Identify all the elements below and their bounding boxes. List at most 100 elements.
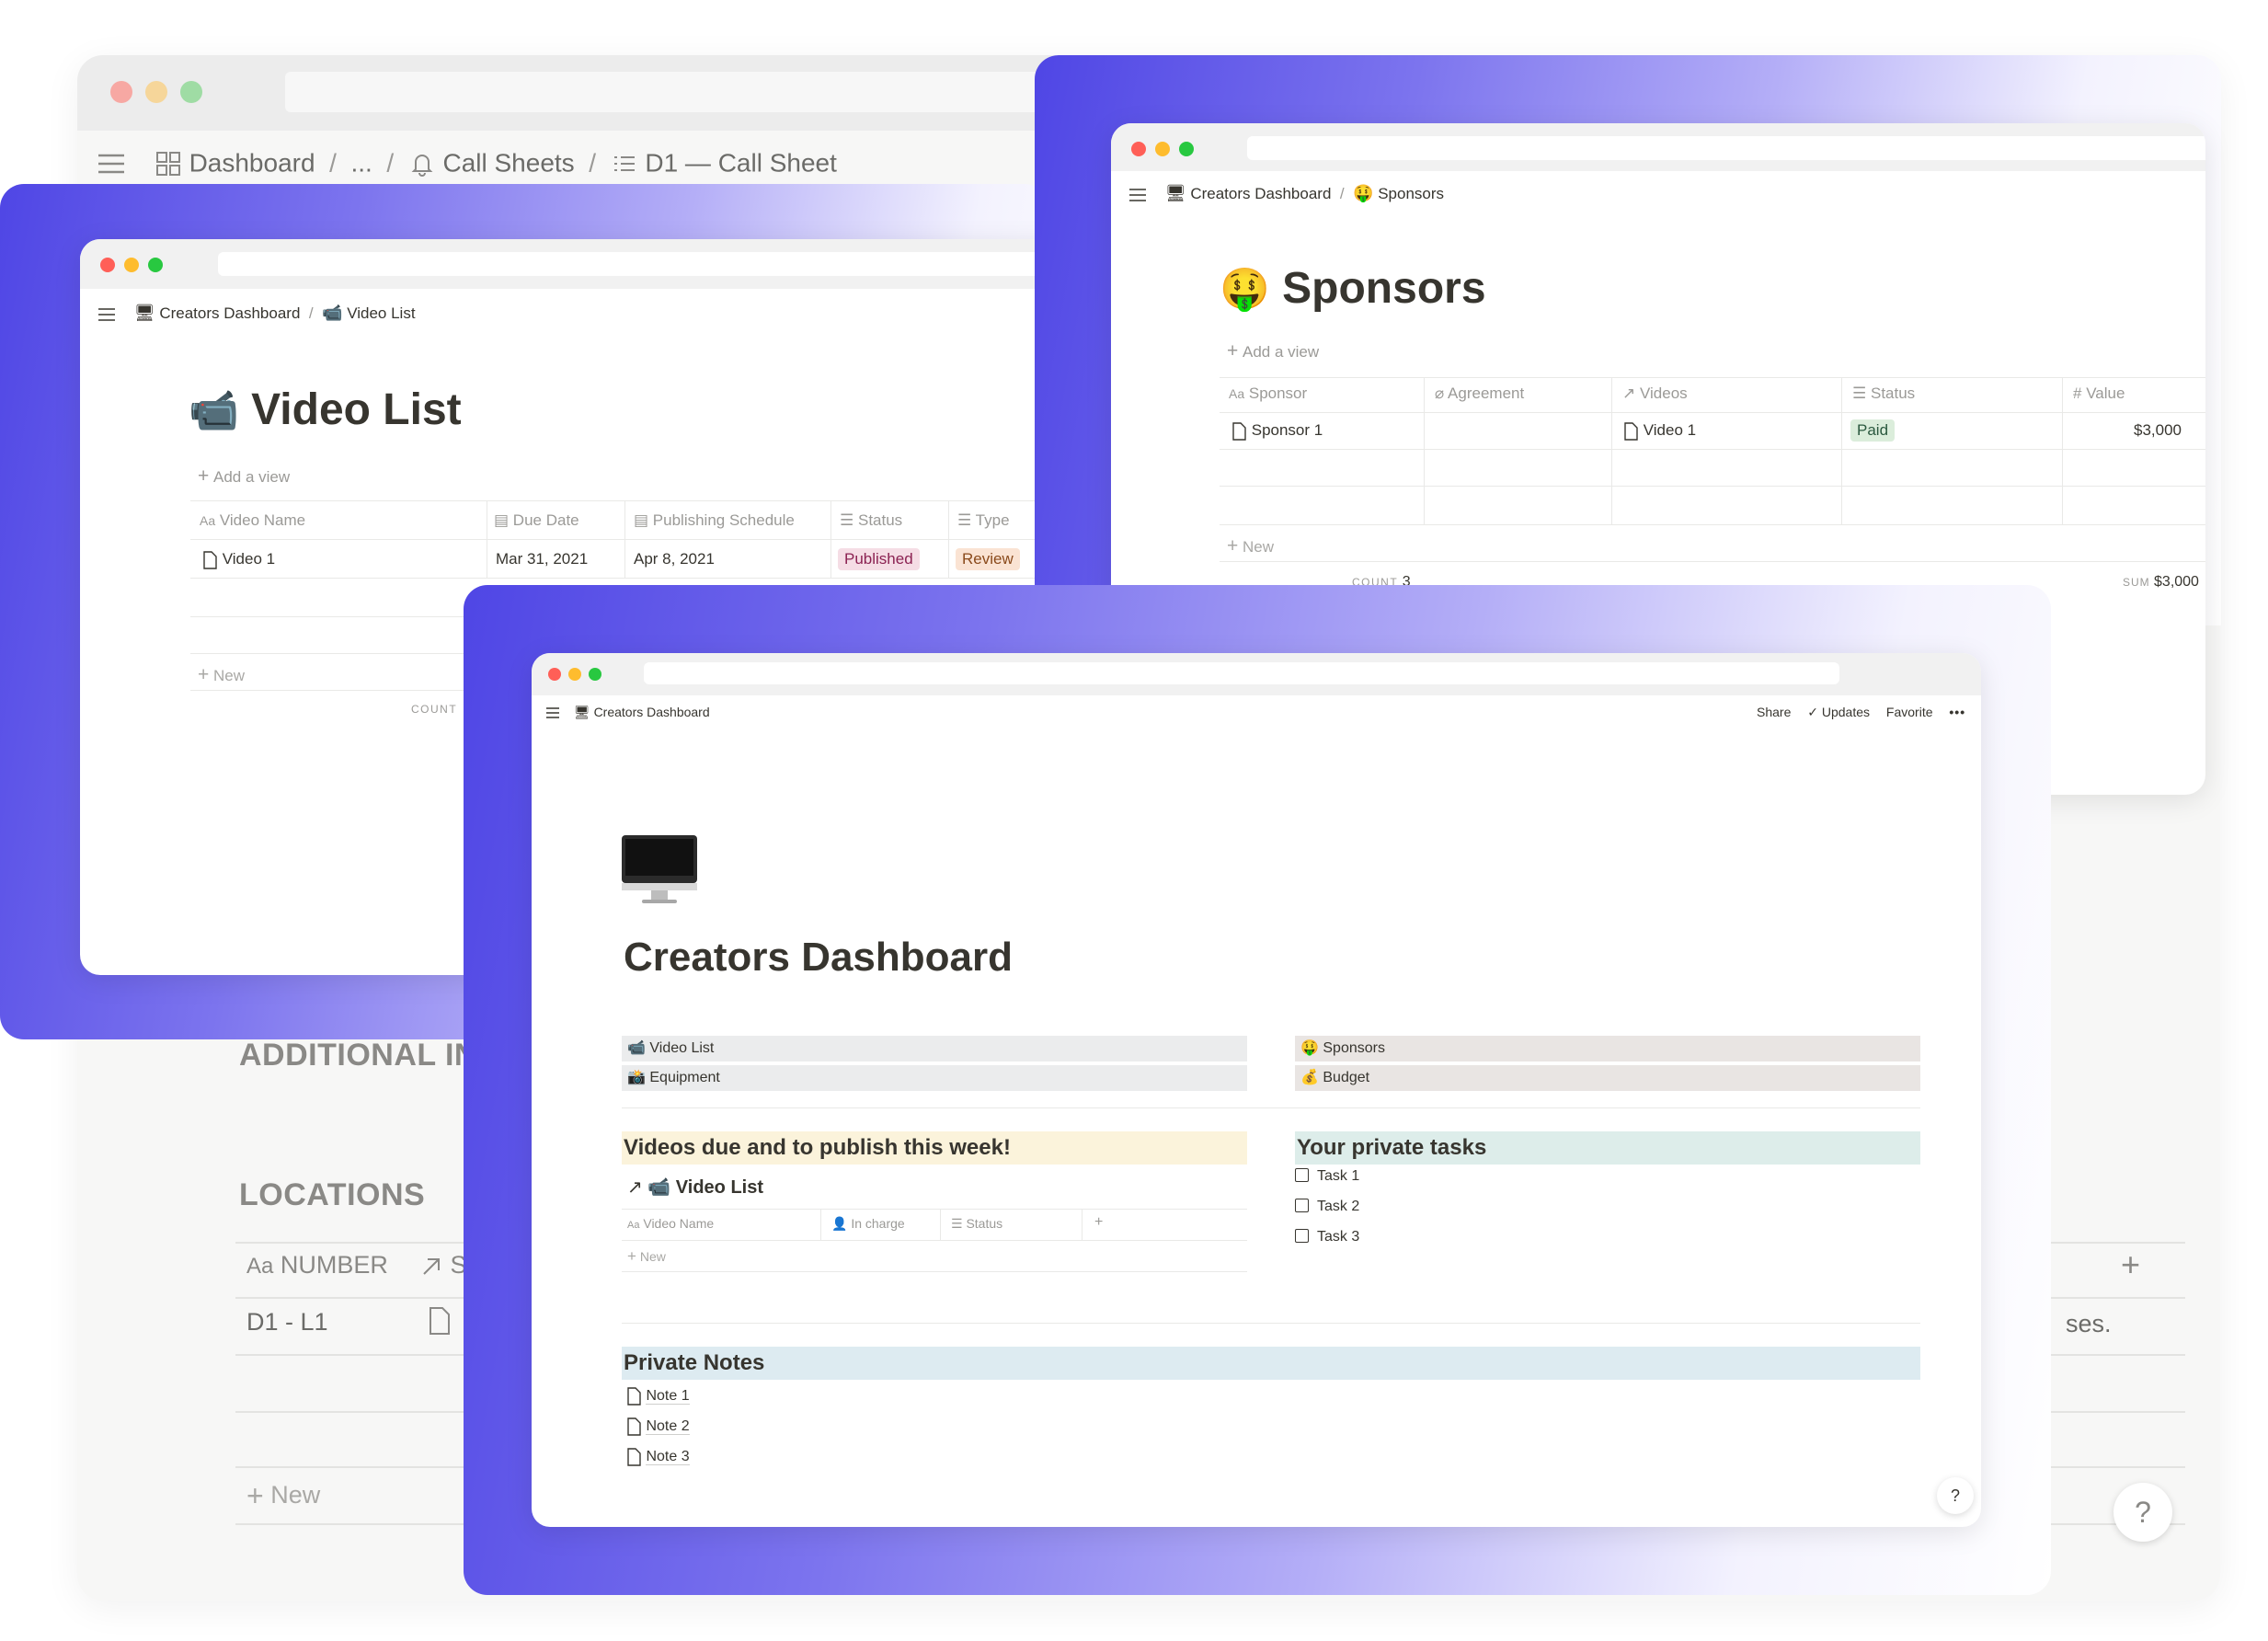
cell-due-date[interactable]: Mar 31, 2021: [496, 550, 588, 568]
note-link[interactable]: Note 3: [625, 1448, 690, 1466]
maximize-dot[interactable]: [148, 258, 163, 272]
column-header-video-name[interactable]: Aa Video Name: [627, 1216, 714, 1231]
breadcrumb: Dashboard / ... / Call Sheets / D1 — Cal…: [96, 147, 837, 178]
link-budget[interactable]: 💰 Budget: [1295, 1065, 1920, 1091]
table-row-divider: [1220, 412, 2205, 413]
column-header-status[interactable]: ☰ Status: [951, 1216, 1002, 1232]
minimize-dot[interactable]: [124, 258, 139, 272]
table-row-video-1[interactable]: Video 1: [201, 550, 275, 569]
address-bar[interactable]: [644, 662, 1839, 684]
task-item[interactable]: Task 1: [1295, 1168, 1359, 1185]
breadcrumb-separator: /: [1335, 185, 1349, 202]
maximize-dot[interactable]: [1179, 142, 1194, 156]
calendar-icon: ▤: [634, 511, 649, 529]
linked-database-title[interactable]: ↗ 📹 Video List: [627, 1176, 763, 1199]
breadcrumb-ellipsis[interactable]: ...: [350, 149, 372, 178]
breadcrumb-separator: /: [322, 148, 344, 178]
section-locations: LOCATIONS: [239, 1177, 426, 1212]
list-icon: ☰: [951, 1216, 963, 1231]
column-header-videos[interactable]: ↗ Videos: [1622, 384, 1688, 403]
new-row-button[interactable]: + New: [246, 1479, 320, 1513]
add-view-button[interactable]: + Add a view: [198, 465, 290, 488]
add-column-icon[interactable]: +: [2121, 1245, 2140, 1284]
status-paid-tag[interactable]: Paid: [1850, 419, 1896, 442]
breadcrumb-dashboard[interactable]: Dashboard: [189, 149, 315, 178]
maximize-dot[interactable]: [589, 668, 601, 681]
breadcrumb-creators-dashboard[interactable]: Creators Dashboard: [1190, 185, 1331, 202]
cell-value[interactable]: $3,000: [2134, 421, 2182, 440]
column-header-status[interactable]: ☰ Status: [840, 511, 902, 530]
address-bar[interactable]: [1247, 136, 2205, 160]
column-header-value[interactable]: # Value: [2073, 384, 2125, 403]
breadcrumb-creators-dashboard[interactable]: Creators Dashboard: [159, 304, 300, 322]
close-dot[interactable]: [110, 81, 132, 103]
breadcrumb-call-sheet[interactable]: D1 — Call Sheet: [645, 149, 837, 178]
checkbox[interactable]: [1295, 1229, 1309, 1243]
column-header-due-date[interactable]: ▤ Due Date: [494, 511, 579, 530]
arrow-up-right-icon: [423, 1257, 440, 1275]
maximize-dot[interactable]: [180, 81, 202, 103]
row-number[interactable]: D1 - L1: [246, 1308, 328, 1337]
new-row-button[interactable]: + New: [1227, 535, 1274, 557]
add-column-icon[interactable]: +: [1094, 1214, 1103, 1231]
link-equipment[interactable]: 📸 Equipment: [622, 1065, 1247, 1091]
breadcrumb-call-sheets[interactable]: Call Sheets: [442, 149, 574, 178]
breadcrumb-sponsors[interactable]: Sponsors: [1378, 185, 1444, 202]
table-row-divider: [1220, 449, 2205, 450]
menu-icon[interactable]: [97, 305, 117, 324]
breadcrumb: 🖥 Creators Dashboard / 🤑 Sponsors: [1128, 184, 1444, 204]
column-divider: [1424, 377, 1425, 524]
column-header-agreement[interactable]: ⌀ Agreement: [1435, 384, 1524, 403]
help-button[interactable]: ?: [2113, 1483, 2172, 1542]
new-row-button[interactable]: + New: [198, 664, 245, 686]
cell-videos[interactable]: Video 1: [1622, 421, 1696, 441]
note-link[interactable]: Note 2: [625, 1417, 690, 1436]
column-header-status[interactable]: ☰ Status: [1852, 384, 1915, 403]
close-dot[interactable]: [100, 258, 115, 272]
address-bar[interactable]: [218, 252, 1092, 276]
page-icon: [627, 1387, 641, 1406]
more-options-icon[interactable]: •••: [1949, 705, 1965, 719]
list-icon: ☰: [957, 511, 972, 529]
page-icon: [627, 1417, 641, 1436]
minimize-dot[interactable]: [1155, 142, 1170, 156]
sum-summary[interactable]: SUM $3,000: [2123, 574, 2199, 591]
task-item[interactable]: Task 3: [1295, 1229, 1359, 1245]
share-button[interactable]: Share: [1757, 705, 1791, 719]
cell-publishing-schedule[interactable]: Apr 8, 2021: [634, 550, 715, 568]
minimize-dot[interactable]: [145, 81, 167, 103]
menu-icon[interactable]: [1128, 186, 1148, 204]
divider: [622, 1323, 1920, 1324]
arrow-up-right-icon: ↗: [627, 1177, 643, 1198]
checkbox[interactable]: [1295, 1199, 1309, 1212]
link-sponsors[interactable]: 🤑 Sponsors: [1295, 1036, 1920, 1061]
menu-icon[interactable]: [544, 706, 561, 720]
column-header-publishing-schedule[interactable]: ▤ Publishing Schedule: [634, 511, 795, 530]
notes-heading: Private Notes: [622, 1347, 1920, 1380]
breadcrumb-video-list[interactable]: Video List: [347, 304, 415, 322]
task-item[interactable]: Task 2: [1295, 1199, 1359, 1215]
new-row-button[interactable]: + New: [627, 1247, 666, 1266]
column-header-in-charge[interactable]: 👤 In charge: [831, 1216, 905, 1232]
checkbox[interactable]: [1295, 1168, 1309, 1182]
minimize-dot[interactable]: [568, 668, 581, 681]
help-button[interactable]: ?: [1937, 1477, 1974, 1514]
column-header-sponsor[interactable]: Aa Sponsor: [1229, 384, 1307, 403]
column-header-video-name[interactable]: Aa Video Name: [200, 511, 305, 530]
table-row-sponsor-1[interactable]: Sponsor 1: [1231, 421, 1323, 441]
status-published-tag[interactable]: Published: [838, 548, 920, 570]
close-dot[interactable]: [548, 668, 561, 681]
add-view-button[interactable]: + Add a view: [1227, 340, 1319, 362]
close-dot[interactable]: [1131, 142, 1146, 156]
link-video-list[interactable]: 📹 Video List: [622, 1036, 1247, 1061]
note-link[interactable]: Note 1: [625, 1387, 690, 1406]
count-label[interactable]: COUNT: [411, 703, 457, 716]
desktop-computer-icon: 🖥: [133, 304, 155, 322]
updates-button[interactable]: ✓ Updates: [1807, 705, 1870, 719]
column-header-type[interactable]: ☰ Type: [957, 511, 1010, 530]
type-review-tag[interactable]: Review: [956, 548, 1020, 570]
breadcrumb-creators-dashboard[interactable]: Creators Dashboard: [594, 705, 710, 719]
menu-icon[interactable]: [96, 151, 127, 177]
desktop-computer-icon: [622, 835, 697, 903]
favorite-button[interactable]: Favorite: [1886, 705, 1933, 719]
